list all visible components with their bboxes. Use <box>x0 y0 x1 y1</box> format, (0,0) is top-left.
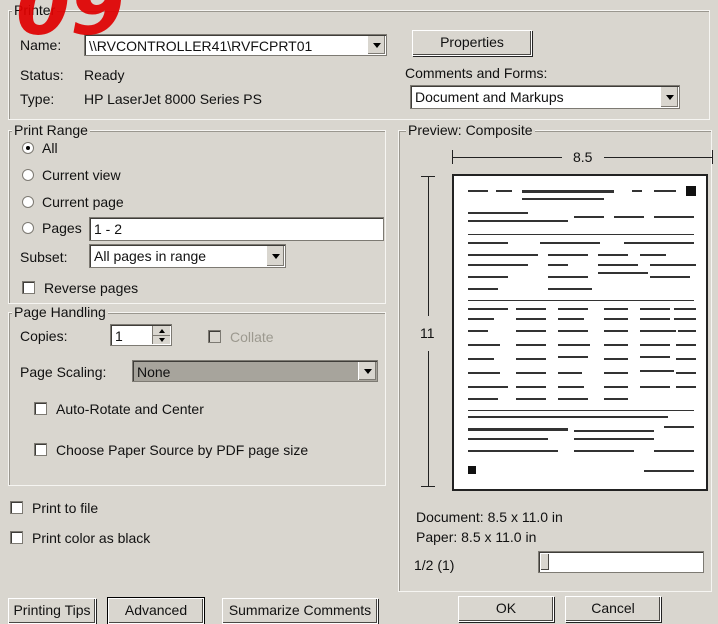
status-value: Ready <box>84 67 125 83</box>
watermark: 09 <box>6 0 226 53</box>
page-scaling-value: None <box>137 364 171 380</box>
collate-label[interactable]: Collate <box>230 328 274 346</box>
auto-rotate-label[interactable]: Auto-Rotate and Center <box>56 400 204 418</box>
ok-button[interactable]: OK <box>458 596 554 622</box>
preview-page-slider[interactable] <box>538 551 704 573</box>
slider-thumb[interactable] <box>540 553 550 571</box>
summarize-comments-button[interactable]: Summarize Comments <box>222 598 378 624</box>
copies-label: Copies: <box>20 328 68 344</box>
page-scaling-select[interactable]: None <box>132 360 378 382</box>
print-to-file-label[interactable]: Print to file <box>32 499 98 517</box>
reverse-pages-checkbox[interactable] <box>22 281 35 294</box>
radio-all[interactable] <box>22 142 34 154</box>
copies-spinner[interactable] <box>152 326 170 344</box>
radio-current-page[interactable] <box>22 196 34 208</box>
print-range-legend: Print Range <box>12 122 90 138</box>
radio-current-page-label[interactable]: Current page <box>42 193 124 211</box>
comments-forms-label: Comments and Forms: <box>405 65 548 81</box>
reverse-pages-label[interactable]: Reverse pages <box>44 279 138 297</box>
cancel-button[interactable]: Cancel <box>565 596 661 622</box>
printing-tips-button[interactable]: Printing Tips <box>8 598 96 624</box>
print-color-black-checkbox[interactable] <box>10 531 23 544</box>
choose-paper-checkbox[interactable] <box>34 443 47 456</box>
page-indicator-label: 1/2 (1) <box>414 557 455 573</box>
radio-current-view[interactable] <box>22 169 34 181</box>
subset-value: All pages in range <box>94 248 207 264</box>
chevron-down-icon[interactable] <box>660 87 678 107</box>
document-size-label: Document: 8.5 x 11.0 in <box>416 509 563 525</box>
subset-label: Subset: <box>20 249 68 265</box>
paper-size-label: Paper: 8.5 x 11.0 in <box>416 529 537 545</box>
auto-rotate-checkbox[interactable] <box>34 402 47 415</box>
pages-input[interactable]: 1 - 2 <box>89 217 384 241</box>
comments-forms-select[interactable]: Document and Markups <box>410 85 680 109</box>
type-value: HP LaserJet 8000 Series PS <box>84 91 262 107</box>
comments-forms-value: Document and Markups <box>415 89 564 105</box>
copies-input[interactable]: 1 <box>110 324 172 346</box>
choose-paper-label[interactable]: Choose Paper Source by PDF page size <box>56 441 308 459</box>
width-dimension-label: 8.5 <box>573 149 593 165</box>
radio-current-view-label[interactable]: Current view <box>42 166 121 184</box>
chevron-down-icon[interactable] <box>266 246 284 266</box>
preview-legend: Preview: Composite <box>406 122 535 138</box>
print-color-black-label[interactable]: Print color as black <box>32 529 150 547</box>
radio-pages[interactable] <box>22 222 34 234</box>
collate-checkbox[interactable] <box>208 330 221 343</box>
preview-page-thumbnail <box>452 174 708 491</box>
advanced-button[interactable]: Advanced <box>108 598 204 624</box>
height-dimension-label: 11 <box>420 325 435 341</box>
radio-all-label[interactable]: All <box>42 139 58 157</box>
radio-pages-label[interactable]: Pages <box>42 219 82 237</box>
page-scaling-label: Page Scaling: <box>20 364 107 380</box>
type-label: Type: <box>20 91 55 107</box>
chevron-down-icon[interactable] <box>367 36 385 54</box>
subset-select[interactable]: All pages in range <box>89 244 286 268</box>
chevron-down-icon[interactable] <box>358 362 376 380</box>
properties-button[interactable]: Properties <box>412 30 532 56</box>
spin-up-icon[interactable] <box>153 326 170 336</box>
spin-down-icon[interactable] <box>153 336 170 344</box>
print-to-file-checkbox[interactable] <box>10 501 23 514</box>
status-label: Status: <box>20 67 64 83</box>
svg-text:09: 09 <box>16 0 125 46</box>
page-handling-legend: Page Handling <box>12 304 108 320</box>
copies-value: 1 <box>115 328 123 344</box>
